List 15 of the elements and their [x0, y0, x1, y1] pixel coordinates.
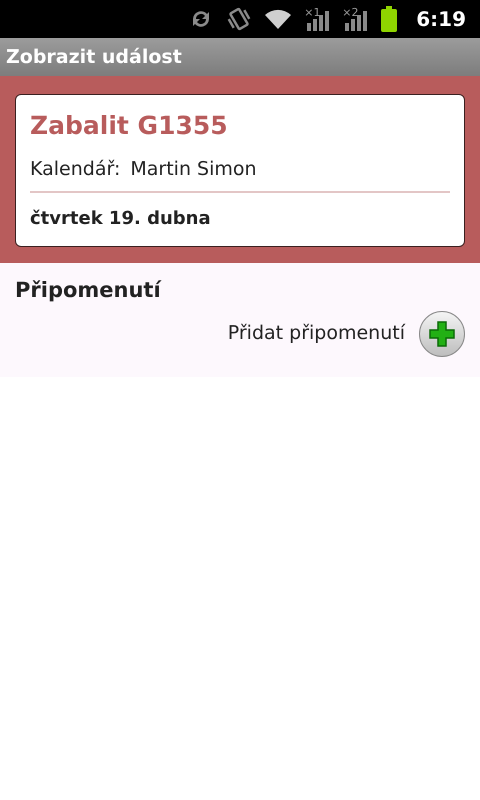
add-reminder-button[interactable]	[419, 310, 465, 356]
reminders-heading: Připomenutí	[15, 277, 162, 304]
battery-icon	[380, 6, 398, 32]
event-date: čtvrtek 19. dubna	[30, 207, 212, 231]
wifi-icon	[264, 7, 292, 31]
add-reminder-label: Přidat připomenutí	[228, 321, 405, 346]
calendar-label: Kalendář:	[30, 156, 120, 182]
window-title: Zobrazit událost	[6, 44, 182, 70]
event-title: Zabalit G1355	[30, 110, 229, 142]
plus-icon	[428, 320, 456, 348]
signal-label: ×1	[304, 7, 320, 18]
clock: 6:19	[416, 6, 466, 33]
vibrate-icon	[226, 6, 252, 32]
signal-label: ×2	[342, 7, 358, 18]
calendar-name: Martin Simon	[130, 156, 257, 182]
